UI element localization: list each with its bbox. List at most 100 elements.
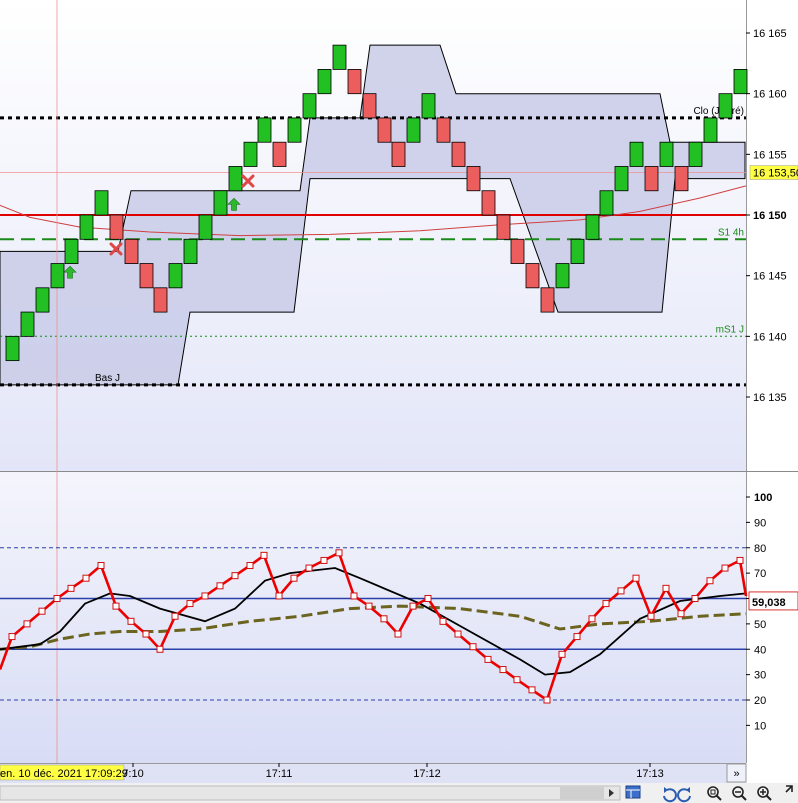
- renko-brick[interactable]: [703, 117, 718, 143]
- renko-brick[interactable]: [570, 238, 585, 264]
- scrollbar-thumb[interactable]: [560, 787, 604, 799]
- renko-brick[interactable]: [109, 214, 124, 240]
- oscillator-point: [484, 655, 492, 663]
- oscillator-point: [350, 592, 358, 600]
- renko-brick[interactable]: [614, 166, 629, 192]
- horizontal-scrollbar[interactable]: [0, 785, 621, 801]
- renko-brick[interactable]: [139, 263, 154, 289]
- renko-brick[interactable]: [525, 263, 540, 289]
- renko-brick[interactable]: [50, 263, 65, 289]
- price-tick-label: 16 165: [753, 28, 787, 40]
- renko-brick[interactable]: [317, 69, 332, 95]
- osc-tick-label: 40: [754, 644, 766, 656]
- oscillator-point: [156, 645, 164, 653]
- oscillator-point: [394, 630, 402, 638]
- price-tick-label: 16 145: [753, 271, 787, 283]
- renko-brick[interactable]: [629, 141, 644, 167]
- oscillator-point: [275, 592, 283, 600]
- renko-brick[interactable]: [406, 117, 421, 143]
- oscillator-point: [588, 615, 596, 623]
- renko-brick[interactable]: [377, 117, 392, 143]
- renko-brick[interactable]: [481, 190, 496, 216]
- time-tick-label: 17:13: [636, 768, 664, 780]
- chart-layout-icon[interactable]: [625, 785, 641, 799]
- renko-brick[interactable]: [287, 117, 302, 143]
- price-tick-label: 16 140: [753, 331, 787, 343]
- oscillator-point: [602, 600, 610, 608]
- renko-brick[interactable]: [391, 141, 406, 167]
- oscillator-point: [499, 666, 507, 674]
- renko-brick[interactable]: [20, 311, 35, 337]
- oscillator-panel-bg: [0, 472, 746, 763]
- oscillator-point: [380, 615, 388, 623]
- renko-brick[interactable]: [540, 287, 555, 313]
- osc-tick-label: 30: [754, 670, 766, 682]
- renko-brick[interactable]: [555, 263, 570, 289]
- level-label-2: mS1 J: [716, 324, 744, 335]
- renko-brick[interactable]: [302, 93, 317, 119]
- oscillator-point: [647, 612, 655, 620]
- renko-brick[interactable]: [659, 141, 674, 167]
- renko-brick[interactable]: [94, 190, 109, 216]
- renko-brick[interactable]: [243, 141, 258, 167]
- level-label-1: S1 4h: [718, 227, 744, 238]
- renko-brick[interactable]: [466, 166, 481, 192]
- renko-brick[interactable]: [733, 69, 748, 95]
- renko-brick[interactable]: [347, 69, 362, 95]
- renko-brick[interactable]: [362, 93, 377, 119]
- oscillator-point: [82, 574, 90, 582]
- renko-brick[interactable]: [79, 214, 94, 240]
- renko-brick[interactable]: [272, 141, 287, 167]
- osc-value-label: 59,038: [752, 597, 786, 609]
- oscillator-point: [260, 551, 268, 559]
- renko-brick[interactable]: [451, 141, 466, 167]
- oscillator-point: [201, 592, 209, 600]
- current-price-label: 16 153,50: [753, 168, 798, 180]
- renko-brick[interactable]: [257, 117, 272, 143]
- renko-brick[interactable]: [436, 117, 451, 143]
- oscillator-point: [736, 556, 744, 564]
- osc-tick-label: 80: [754, 543, 766, 555]
- renko-brick[interactable]: [64, 238, 79, 264]
- osc-tick-label: 20: [754, 695, 766, 707]
- renko-brick[interactable]: [688, 141, 703, 167]
- oscillator-point: [216, 582, 224, 590]
- oscillator-point: [469, 643, 477, 651]
- osc-tick-label: 10: [754, 720, 766, 732]
- oscillator-point: [677, 610, 685, 618]
- oscillator-point: [67, 584, 75, 592]
- time-tick-label: 17:12: [413, 768, 441, 780]
- renko-brick[interactable]: [421, 93, 436, 119]
- renko-brick[interactable]: [168, 263, 183, 289]
- oscillator-point: [231, 572, 239, 580]
- oscillator-point: [409, 602, 417, 610]
- oscillator-point: [8, 633, 16, 641]
- renko-brick[interactable]: [496, 214, 511, 240]
- renko-brick[interactable]: [213, 190, 228, 216]
- renko-brick[interactable]: [124, 238, 139, 264]
- renko-brick[interactable]: [718, 93, 733, 119]
- oscillator-point: [112, 602, 120, 610]
- scroll-end-label: »: [733, 768, 739, 780]
- renko-brick[interactable]: [510, 238, 525, 264]
- renko-brick[interactable]: [585, 214, 600, 240]
- renko-brick[interactable]: [228, 166, 243, 192]
- osc-tick-label: 70: [754, 568, 766, 580]
- osc-tick-label: 100: [754, 492, 772, 504]
- oscillator-point: [246, 562, 254, 570]
- renko-brick[interactable]: [35, 287, 50, 313]
- oscillator-point: [513, 676, 521, 684]
- renko-brick[interactable]: [644, 166, 659, 192]
- renko-brick[interactable]: [198, 214, 213, 240]
- renko-brick[interactable]: [332, 44, 347, 70]
- renko-brick[interactable]: [153, 287, 168, 313]
- renko-brick[interactable]: [674, 166, 689, 192]
- oscillator-point: [558, 650, 566, 658]
- renko-brick[interactable]: [5, 335, 20, 362]
- oscillator-point: [186, 600, 194, 608]
- osc-tick-label: 90: [754, 517, 766, 529]
- renko-brick[interactable]: [599, 190, 614, 216]
- oscillator-point: [127, 617, 135, 625]
- renko-brick[interactable]: [183, 238, 198, 264]
- oscillator-point: [632, 574, 640, 582]
